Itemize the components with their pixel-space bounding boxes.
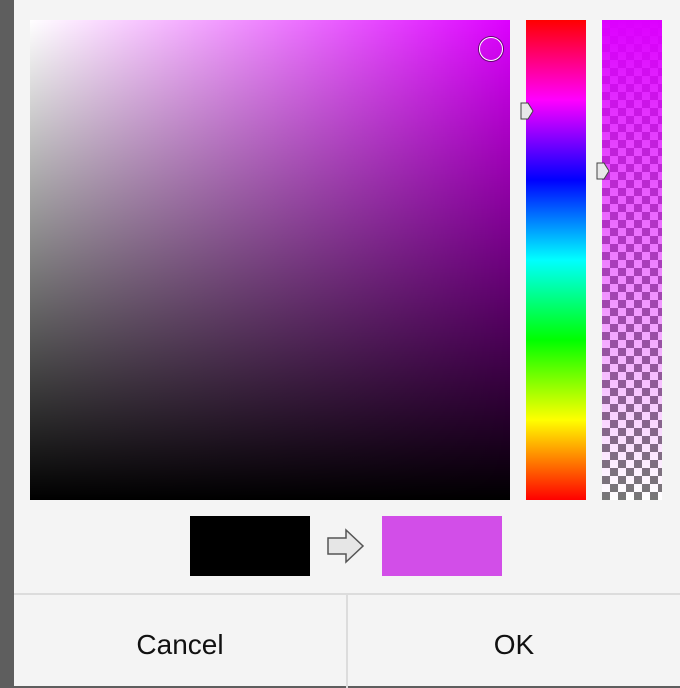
value-gradient xyxy=(30,20,510,500)
cancel-button[interactable]: Cancel xyxy=(14,595,346,688)
ok-button[interactable]: OK xyxy=(348,595,680,688)
saturation-value-square[interactable] xyxy=(30,20,510,500)
dialog-button-bar: Cancel OK xyxy=(14,593,680,688)
color-selector-cursor[interactable] xyxy=(478,36,503,61)
hue-slider-handle-icon[interactable] xyxy=(520,102,534,120)
alpha-slider[interactable] xyxy=(602,20,662,500)
color-picker-dialog: Cancel OK xyxy=(14,0,680,688)
alpha-gradient xyxy=(602,20,662,500)
old-color-swatch[interactable] xyxy=(190,516,310,576)
alpha-slider-handle-icon[interactable] xyxy=(596,162,610,180)
new-color-swatch xyxy=(382,516,502,576)
hue-slider[interactable] xyxy=(526,20,586,500)
arrow-right-icon xyxy=(327,528,365,564)
